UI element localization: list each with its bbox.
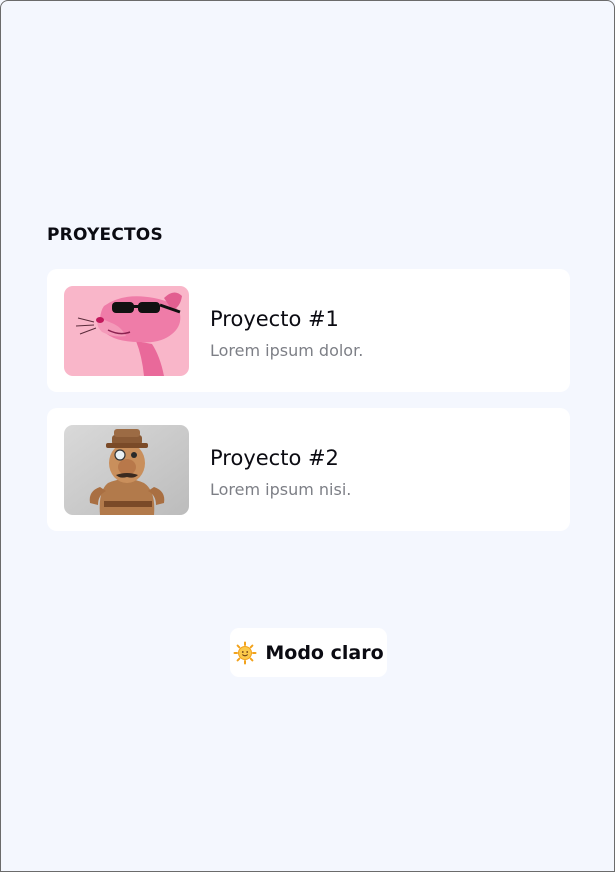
sun-icon	[233, 641, 257, 665]
project-1-title: Proyecto #1	[210, 307, 339, 331]
project-2-title: Proyecto #2	[210, 446, 339, 470]
project-1-description: Lorem ipsum dolor.	[210, 341, 364, 360]
section-title: PROYECTOS	[47, 225, 163, 245]
project-card-1[interactable]: Proyecto #1 Lorem ipsum dolor.	[47, 269, 570, 392]
project-2-thumbnail	[64, 425, 189, 515]
project-card-2[interactable]: Proyecto #2 Lorem ipsum nisi.	[47, 408, 570, 531]
project-1-thumbnail	[64, 286, 189, 376]
light-mode-label: Modo claro	[265, 641, 384, 664]
project-2-description: Lorem ipsum nisi.	[210, 480, 352, 499]
light-mode-button[interactable]: Modo claro	[230, 628, 387, 677]
